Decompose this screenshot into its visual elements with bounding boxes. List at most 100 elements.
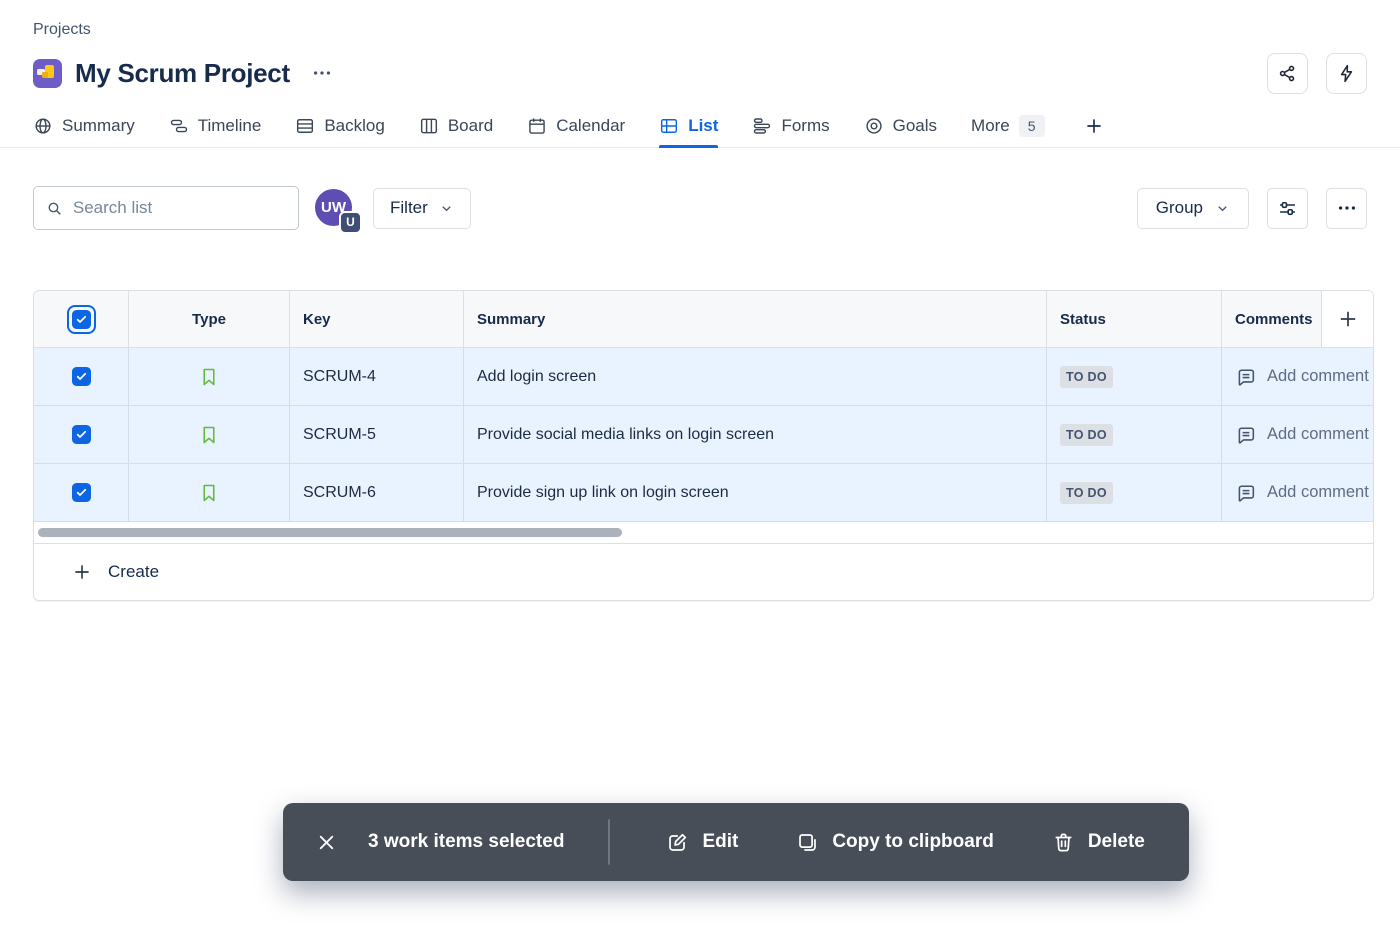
select-all-cell [34, 291, 129, 347]
table-row[interactable]: SCRUM-4 Add login screen TO DO Add comme… [34, 348, 1373, 406]
copy-to-clipboard-button[interactable]: Copy to clipboard [796, 831, 994, 854]
filter-label: Filter [390, 198, 428, 218]
calendar-icon [527, 116, 547, 136]
forms-icon [752, 116, 772, 136]
row-select-cell [34, 348, 129, 405]
tab-more[interactable]: More 5 [971, 105, 1045, 147]
comments-cell[interactable]: Add comment [1222, 406, 1373, 463]
horizontal-scrollbar [34, 522, 1373, 544]
create-button[interactable]: Create [34, 544, 1373, 600]
project-more-icon[interactable] [307, 58, 337, 88]
plus-icon [1083, 115, 1105, 137]
jira-list-page: Projects My Scrum Project Summary [0, 0, 1400, 931]
page-title: My Scrum Project [75, 58, 290, 89]
column-header-type[interactable]: Type [129, 291, 290, 347]
selection-toolbar: 3 work items selected Edit Copy to clipb… [283, 803, 1189, 881]
key-cell[interactable]: SCRUM-4 [290, 348, 464, 405]
summary-cell[interactable]: Provide sign up link on login screen [464, 464, 1047, 521]
type-cell [129, 464, 290, 521]
search-box [33, 186, 299, 230]
globe-icon [33, 116, 53, 136]
copy-label: Copy to clipboard [832, 831, 994, 853]
close-icon [315, 831, 338, 854]
horizontal-scrollbar-thumb[interactable] [38, 528, 622, 537]
tab-list[interactable]: List [659, 105, 718, 147]
row-checkbox[interactable] [72, 425, 91, 444]
goals-icon [864, 116, 884, 136]
row-checkbox[interactable] [72, 483, 91, 502]
clear-selection-button[interactable] [315, 831, 338, 854]
story-type-icon [198, 366, 220, 388]
delete-label: Delete [1088, 831, 1145, 853]
edit-icon [666, 831, 689, 854]
row-select-cell [34, 464, 129, 521]
add-column-button[interactable] [1321, 291, 1373, 347]
tab-label: Backlog [324, 116, 384, 136]
story-type-icon [198, 482, 220, 504]
tab-backlog[interactable]: Backlog [295, 105, 384, 147]
sliders-icon [1277, 198, 1298, 219]
status-cell[interactable]: TO DO [1047, 464, 1222, 521]
search-icon [46, 199, 63, 218]
toolbar-divider [608, 819, 610, 865]
check-icon [75, 486, 88, 499]
column-header-status[interactable]: Status [1047, 291, 1222, 347]
comment-icon [1235, 424, 1257, 446]
list-more-button[interactable] [1326, 188, 1367, 229]
check-icon [75, 428, 88, 441]
work-items-table: Type Key Summary Status Comments SCRUM-4… [33, 290, 1374, 601]
delete-button[interactable]: Delete [1052, 831, 1145, 854]
list-controls: UW U Filter Group [0, 186, 1400, 230]
trash-icon [1052, 831, 1075, 854]
select-all-checkbox[interactable] [72, 310, 91, 329]
automation-button[interactable] [1326, 53, 1367, 94]
tab-summary[interactable]: Summary [33, 105, 135, 147]
add-comment-label: Add comment [1267, 425, 1369, 444]
tab-forms[interactable]: Forms [752, 105, 829, 147]
table-row[interactable]: SCRUM-6 Provide sign up link on login sc… [34, 464, 1373, 522]
row-checkbox[interactable] [72, 367, 91, 386]
copy-icon [796, 831, 819, 854]
key-cell[interactable]: SCRUM-5 [290, 406, 464, 463]
table-header-row: Type Key Summary Status Comments [34, 291, 1373, 348]
filter-button[interactable]: Filter [373, 188, 471, 229]
comments-cell[interactable]: Add comment [1222, 348, 1373, 405]
tab-board[interactable]: Board [419, 105, 493, 147]
status-badge: TO DO [1060, 424, 1113, 446]
status-cell[interactable]: TO DO [1047, 348, 1222, 405]
board-icon [419, 116, 439, 136]
type-cell [129, 406, 290, 463]
breadcrumb[interactable]: Projects [33, 21, 1367, 39]
tab-timeline[interactable]: Timeline [169, 105, 262, 147]
tab-label: Forms [781, 116, 829, 136]
key-cell[interactable]: SCRUM-6 [290, 464, 464, 521]
share-button[interactable] [1267, 53, 1308, 94]
share-icon [1277, 63, 1298, 84]
summary-cell[interactable]: Provide social media links on login scre… [464, 406, 1047, 463]
tab-bar: Summary Timeline Backlog Board Calendar … [0, 105, 1400, 148]
tab-goals[interactable]: Goals [864, 105, 937, 147]
table-row[interactable]: SCRUM-5 Provide social media links on lo… [34, 406, 1373, 464]
view-settings-button[interactable] [1267, 188, 1308, 229]
add-tab-button[interactable] [1079, 111, 1109, 141]
search-input[interactable] [73, 198, 286, 218]
chevron-down-icon [439, 201, 454, 216]
tab-label: Timeline [198, 116, 262, 136]
plus-icon [71, 561, 93, 583]
backlog-icon [295, 116, 315, 136]
tab-calendar[interactable]: Calendar [527, 105, 625, 147]
summary-cell[interactable]: Add login screen [464, 348, 1047, 405]
assignee-avatar-group[interactable]: UW U [313, 187, 356, 230]
edit-button[interactable]: Edit [666, 831, 738, 854]
edit-label: Edit [702, 831, 738, 853]
column-header-summary[interactable]: Summary [464, 291, 1047, 347]
comment-icon [1235, 482, 1257, 504]
status-cell[interactable]: TO DO [1047, 406, 1222, 463]
add-comment-label: Add comment [1267, 483, 1369, 502]
tab-label: Board [448, 116, 493, 136]
column-header-key[interactable]: Key [290, 291, 464, 347]
tab-label: More [971, 116, 1010, 136]
plus-icon [1336, 307, 1360, 331]
comments-cell[interactable]: Add comment [1222, 464, 1373, 521]
group-button[interactable]: Group [1137, 188, 1249, 229]
